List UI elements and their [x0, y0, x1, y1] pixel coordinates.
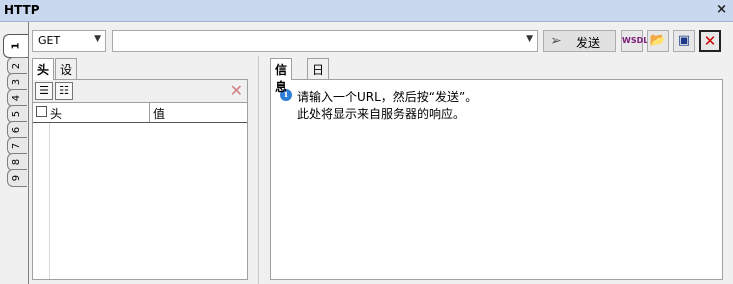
panel-splitter[interactable] [258, 56, 259, 284]
method-select[interactable]: GET ▼ [32, 30, 106, 52]
tab-strip-border [28, 22, 29, 284]
session-tab-9[interactable]: 9 [7, 169, 27, 187]
send-button[interactable]: ➢ 发送 [543, 30, 616, 52]
url-input[interactable] [115, 33, 519, 51]
session-tab-1[interactable]: 1 [3, 34, 29, 58]
tab-headers[interactable]: 头 [32, 58, 55, 80]
close-icon[interactable]: ✕ [699, 30, 721, 52]
headers-table-header: 头 值 [33, 103, 247, 123]
session-tab-label: 6 [11, 126, 23, 134]
select-all-checkbox[interactable] [36, 106, 47, 117]
headers-panel: ☰ ☷ ✕ 头 值 [32, 79, 248, 280]
chevron-down-icon[interactable]: ▼ [526, 34, 533, 44]
info-message-line-2: 此处将显示来自服务器的响应。 [297, 107, 466, 121]
window-title: HTTP [4, 3, 40, 17]
tab-log[interactable]: 日志 [307, 58, 330, 94]
method-value: GET [38, 34, 61, 47]
headers-table-body[interactable] [33, 123, 247, 279]
delete-header-icon[interactable]: ✕ [230, 81, 243, 100]
column-header-value[interactable]: 值 [153, 105, 165, 122]
session-tab-label: 5 [11, 110, 23, 118]
insert-header-icon[interactable]: ☷ [55, 82, 73, 100]
chevron-down-icon: ▼ [94, 34, 101, 44]
column-header-name[interactable]: 头 [50, 105, 62, 122]
save-icon[interactable]: ▣ [673, 30, 695, 52]
session-tab-label: 8 [11, 158, 23, 166]
tab-info-label: 信息 [275, 63, 288, 94]
session-tab-label: 2 [11, 62, 23, 70]
session-tab-label: 9 [11, 174, 23, 182]
paper-plane-icon: ➢ [550, 33, 562, 49]
tab-headers-label: 头 [37, 63, 50, 77]
url-combobox[interactable]: ▼ [112, 30, 538, 52]
open-folder-icon[interactable]: 📂 [647, 30, 669, 52]
session-tab-strip: 1 2 3 4 5 6 7 8 9 [0, 22, 30, 284]
send-button-label: 发送 [576, 36, 601, 50]
response-panel: i 请输入一个URL，然后按“发送”。 此处将显示来自服务器的响应。 [270, 79, 723, 280]
wsdl-icon[interactable]: WSDL [621, 30, 648, 52]
session-tab-label: 7 [11, 142, 23, 150]
column-divider[interactable] [149, 103, 150, 122]
session-tab-label: 1 [10, 42, 22, 50]
row-checkbox-column [49, 123, 50, 279]
tab-info[interactable]: 信息 [270, 58, 293, 94]
tab-settings[interactable]: 设置 [55, 58, 78, 94]
headers-toolbar: ☰ ☷ ✕ [33, 80, 247, 103]
session-tab-label: 4 [11, 94, 23, 102]
info-message-line-1: 请输入一个URL，然后按“发送”。 [297, 90, 478, 104]
title-bar: HTTP × [0, 0, 733, 22]
session-tab-label: 3 [11, 78, 23, 86]
window-close-icon[interactable]: × [716, 2, 727, 17]
add-header-icon[interactable]: ☰ [35, 82, 53, 100]
